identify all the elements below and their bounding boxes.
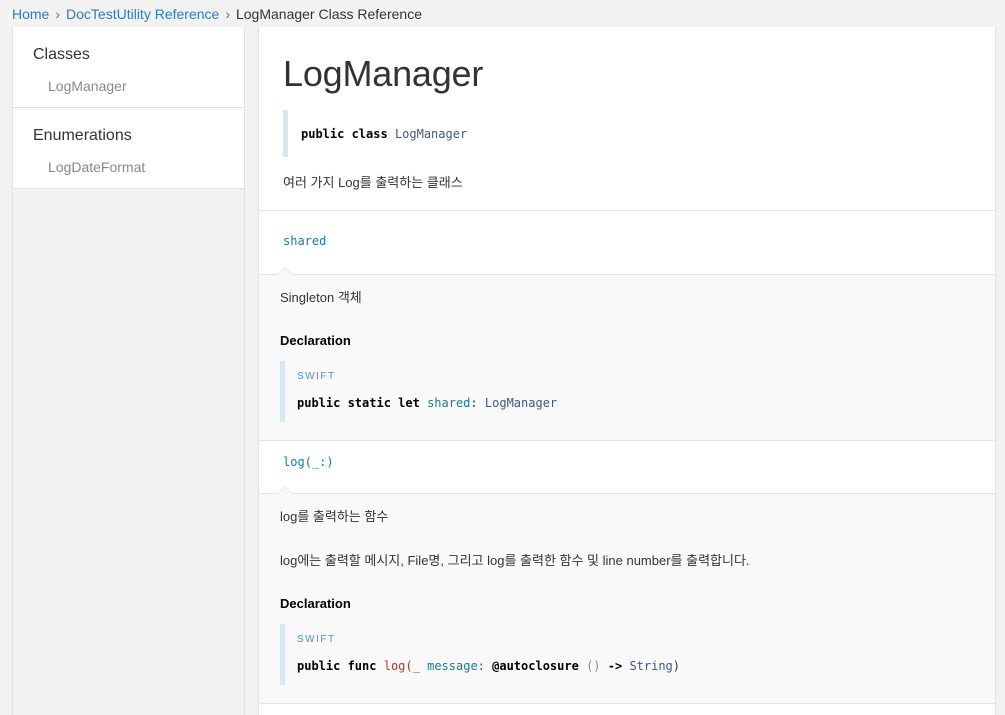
caret-icon [277,267,293,275]
code-type: String [629,659,673,673]
main-content: LogManager public class LogManager 여러 가지… [258,27,996,715]
nav-group-classes: Classes LogManager [13,27,244,108]
class-abstract: 여러 가지 Log를 출력하는 클래스 [283,175,463,190]
code-attribute: @autoclosure [492,659,579,673]
nav-group-title[interactable]: Enumerations [33,126,244,146]
sidebar-item-logmanager[interactable]: LogManager [33,78,244,94]
declaration-heading: Declaration [280,596,351,611]
breadcrumb-reference-link[interactable]: DocTestUtility Reference [66,6,219,22]
member-description: log를 출력하는 함수 [280,509,389,524]
swift-declaration: SWIFT public static let shared: LogManag… [280,361,974,422]
breadcrumb: Home › DocTestUtility Reference › LogManager… [12,5,422,23]
sidebar: Classes LogManager Enumerations LogDateF… [12,27,245,715]
page-title: LogManager [283,53,484,94]
member-detail-shared: Singleton 객체 Declaration SWIFT public st… [259,275,995,441]
code-parens: () [586,659,601,673]
declaration-type: LogManager [394,127,468,141]
language-label: SWIFT [297,634,336,645]
breadcrumb-home-link[interactable]: Home [12,6,49,22]
code-identifier: log [383,659,406,673]
nav-group-enumerations: Enumerations LogDateFormat [13,108,244,189]
breadcrumb-current: LogManager Class Reference [235,6,422,22]
code-line: public func log(_ message: @autoclosure … [297,659,974,673]
chevron-right-icon: › [225,6,230,22]
code-identifier: shared [427,396,471,410]
class-declaration: public class LogManager [283,110,971,157]
nav-group-title[interactable]: Classes [33,45,244,65]
member-detail-log: log를 출력하는 함수 log에는 출력할 메시지, File명, 그리고 l… [259,494,995,704]
chevron-right-icon: › [55,6,61,22]
class-intro: LogManager public class LogManager 여러 가지… [259,27,995,191]
member-header-log[interactable]: log(_:) [259,441,995,494]
member-link-log[interactable]: log(_:) [283,455,334,469]
code-paren-close: ) [672,659,681,673]
language-label: SWIFT [297,371,336,382]
member-header-shared[interactable]: shared [259,211,995,275]
member-description: Singleton 객체 [280,290,362,305]
code-type: LogManager [484,396,558,410]
code-arrow: -> [607,659,623,673]
sidebar-item-logdateformat[interactable]: LogDateFormat [33,159,244,175]
member-description: log에는 출력할 메시지, File명, 그리고 log를 출력한 함수 및 … [280,553,750,568]
code-keyword: public static let [297,396,420,410]
code-line: public static let shared: LogManager [297,396,974,410]
declaration-heading: Declaration [280,333,351,348]
code-keyword: public func [297,659,377,673]
caret-icon [277,486,293,494]
code-param: message: [427,659,485,673]
code-paren-open: (_ [405,659,420,673]
member-link-shared[interactable]: shared [283,234,326,248]
declaration-keyword: public class [301,127,388,141]
code-colon: : [470,396,478,410]
swift-declaration: SWIFT public func log(_ message: @autocl… [280,624,974,685]
